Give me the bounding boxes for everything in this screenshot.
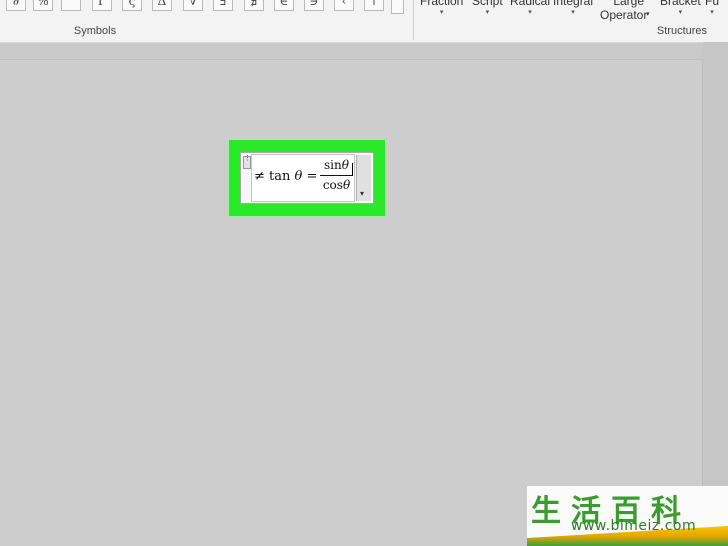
ribbon-group-divider bbox=[413, 0, 414, 40]
integral-label: Integral bbox=[553, 0, 594, 8]
watermark-url: www.bimeiz.com bbox=[571, 518, 697, 534]
equation-lhs: ≠ tan θ = bbox=[254, 169, 317, 184]
symbol-button-element-of[interactable]: ∈ bbox=[274, 0, 294, 11]
symbols-more-button[interactable]: ▾ bbox=[391, 0, 404, 14]
script-button[interactable]: Script ▾ bbox=[472, 0, 503, 16]
function-label: Fu bbox=[705, 0, 720, 8]
symbol-button-not-exists[interactable]: ∄ bbox=[244, 0, 264, 11]
symbol-button-partial[interactable]: ∂ bbox=[6, 0, 26, 11]
symbol-button-sigma[interactable]: ς bbox=[122, 0, 142, 11]
symbol-button-gamma[interactable]: Γ bbox=[92, 0, 112, 11]
symbols-group-label: Symbols bbox=[73, 25, 117, 37]
chevron-down-icon: ▾ bbox=[360, 189, 365, 198]
large-operator-chevron-icon: ▾ bbox=[646, 11, 650, 18]
equation-field[interactable]: ≠ tan θ = sinθ cosθ bbox=[251, 154, 355, 202]
symbol-button-contains[interactable]: ∋ bbox=[304, 0, 324, 11]
operator-label: Operator bbox=[600, 8, 648, 22]
page-margin-strip bbox=[703, 42, 728, 546]
symbol-button-nabla[interactable]: ∇ bbox=[183, 0, 203, 11]
chevron-down-icon: ▾ bbox=[439, 9, 444, 16]
symbol-button-angle-left[interactable]: ‹ bbox=[334, 0, 354, 11]
fraction-button[interactable]: Fraction ▾ bbox=[420, 0, 463, 16]
radical-label: Radical bbox=[510, 0, 551, 8]
chevron-down-icon: ▾ bbox=[485, 9, 490, 16]
sin-function: sin bbox=[324, 158, 342, 172]
symbol-button-up-arrow[interactable]: ↑ bbox=[364, 0, 384, 11]
ribbon: ∂ % ° Γ ς Δ ∇ ∃ ∄ ∈ ∋ ‹ ↑ ▾ Symbols Frac… bbox=[0, 0, 728, 43]
function-button[interactable]: Fu ▾ bbox=[705, 0, 719, 16]
equation-options-button[interactable]: ▾ bbox=[356, 155, 371, 201]
cos-function: cos bbox=[322, 178, 343, 192]
fraction-label: Fraction bbox=[420, 0, 464, 8]
structures-group-label: Structures bbox=[656, 25, 708, 37]
large-label: Large bbox=[613, 0, 645, 8]
fraction-denominator[interactable]: cosθ bbox=[320, 177, 353, 194]
integral-button[interactable]: Integral ▾ bbox=[553, 0, 593, 16]
symbol-button-degree[interactable]: ° bbox=[61, 0, 81, 11]
large-operator-button[interactable]: Large Operator bbox=[600, 0, 647, 22]
fraction-numerator[interactable]: sinθ bbox=[320, 157, 353, 174]
chevron-down-icon: ▾ bbox=[678, 9, 683, 16]
equation-container[interactable]: ⋮ ≠ tan θ = sinθ cosθ ▾ bbox=[240, 152, 374, 204]
theta-variable: θ bbox=[341, 158, 349, 172]
theta-variable: θ bbox=[294, 169, 303, 184]
not-equal-sign: ≠ bbox=[254, 169, 265, 184]
chevron-down-icon: ▾ bbox=[528, 9, 532, 16]
watermark-logo: 生活百科 www.bimeiz.com bbox=[527, 486, 728, 546]
document-page[interactable] bbox=[0, 59, 703, 546]
fraction-bar bbox=[320, 175, 353, 176]
equation-fraction: sinθ cosθ bbox=[320, 157, 353, 194]
radical-button[interactable]: Radical ▾ bbox=[510, 0, 550, 16]
bracket-label: Bracket bbox=[660, 0, 701, 8]
drag-handle-icon[interactable]: ⋮ bbox=[243, 155, 251, 169]
equals-sign: = bbox=[306, 169, 318, 184]
chevron-down-icon: ▾ bbox=[710, 9, 714, 16]
symbol-button-percent[interactable]: % bbox=[33, 0, 53, 11]
script-label: Script bbox=[472, 0, 503, 8]
bracket-button[interactable]: Bracket ▾ bbox=[660, 0, 701, 16]
word-equation-window: ∂ % ° Γ ς Δ ∇ ∃ ∄ ∈ ∋ ‹ ↑ ▾ Symbols Frac… bbox=[0, 0, 728, 546]
theta-variable: θ bbox=[342, 178, 351, 192]
symbol-button-delta[interactable]: Δ bbox=[152, 0, 172, 11]
text-cursor bbox=[352, 163, 353, 176]
chevron-down-icon: ▾ bbox=[571, 9, 575, 16]
symbol-button-exists[interactable]: ∃ bbox=[213, 0, 233, 11]
tan-function: tan bbox=[269, 169, 291, 184]
